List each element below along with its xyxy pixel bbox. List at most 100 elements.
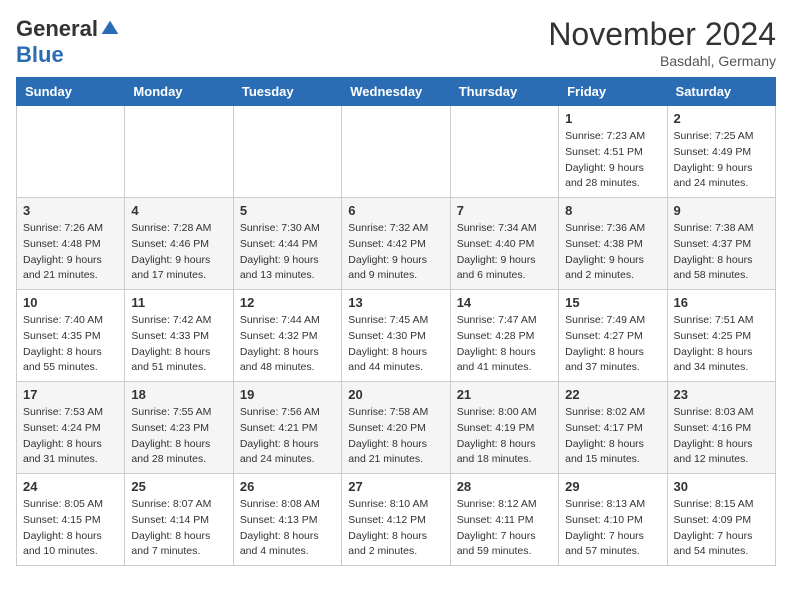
day-number: 5 — [240, 203, 335, 218]
day-info-line: Sunset: 4:20 PM — [348, 421, 443, 437]
day-cell-0-2 — [233, 106, 341, 198]
day-info-line: Sunset: 4:11 PM — [457, 513, 552, 529]
day-info-line: Daylight: 9 hours and 13 minutes. — [240, 253, 335, 285]
day-cell-2-5: 15Sunrise: 7:49 AMSunset: 4:27 PMDayligh… — [559, 290, 667, 382]
day-cell-0-5: 1Sunrise: 7:23 AMSunset: 4:51 PMDaylight… — [559, 106, 667, 198]
day-number: 27 — [348, 479, 443, 494]
day-cell-1-2: 5Sunrise: 7:30 AMSunset: 4:44 PMDaylight… — [233, 198, 341, 290]
day-number: 22 — [565, 387, 660, 402]
day-info-line: Daylight: 9 hours and 9 minutes. — [348, 253, 443, 285]
day-number: 2 — [674, 111, 769, 126]
day-cell-4-2: 26Sunrise: 8:08 AMSunset: 4:13 PMDayligh… — [233, 474, 341, 566]
day-number: 20 — [348, 387, 443, 402]
day-info-line: Sunset: 4:13 PM — [240, 513, 335, 529]
day-info-line: Sunset: 4:28 PM — [457, 329, 552, 345]
day-info-line: Sunset: 4:33 PM — [131, 329, 226, 345]
day-info-line: Sunrise: 8:08 AM — [240, 497, 335, 513]
day-cell-1-0: 3Sunrise: 7:26 AMSunset: 4:48 PMDaylight… — [17, 198, 125, 290]
day-info-line: Sunrise: 8:03 AM — [674, 405, 769, 421]
day-info-line: Sunrise: 7:55 AM — [131, 405, 226, 421]
day-info-line: Daylight: 7 hours and 57 minutes. — [565, 529, 660, 561]
day-info-line: Sunrise: 7:34 AM — [457, 221, 552, 237]
day-number: 26 — [240, 479, 335, 494]
day-info-line: Sunset: 4:24 PM — [23, 421, 118, 437]
logo-icon — [100, 19, 120, 39]
day-info-line: Sunrise: 7:42 AM — [131, 313, 226, 329]
day-cell-1-3: 6Sunrise: 7:32 AMSunset: 4:42 PMDaylight… — [342, 198, 450, 290]
day-info-line: Daylight: 9 hours and 17 minutes. — [131, 253, 226, 285]
day-cell-4-0: 24Sunrise: 8:05 AMSunset: 4:15 PMDayligh… — [17, 474, 125, 566]
day-cell-0-3 — [342, 106, 450, 198]
day-info-line: Daylight: 8 hours and 12 minutes. — [674, 437, 769, 469]
day-info-line: Sunset: 4:30 PM — [348, 329, 443, 345]
day-info-line: Sunrise: 8:12 AM — [457, 497, 552, 513]
day-info-line: Sunrise: 8:00 AM — [457, 405, 552, 421]
day-number: 6 — [348, 203, 443, 218]
day-info-line: Daylight: 8 hours and 28 minutes. — [131, 437, 226, 469]
day-info-line: Daylight: 9 hours and 6 minutes. — [457, 253, 552, 285]
day-cell-2-6: 16Sunrise: 7:51 AMSunset: 4:25 PMDayligh… — [667, 290, 775, 382]
week-row-1: 1Sunrise: 7:23 AMSunset: 4:51 PMDaylight… — [17, 106, 776, 198]
day-info-line: Sunrise: 7:44 AM — [240, 313, 335, 329]
day-cell-3-3: 20Sunrise: 7:58 AMSunset: 4:20 PMDayligh… — [342, 382, 450, 474]
day-info-line: Daylight: 9 hours and 21 minutes. — [23, 253, 118, 285]
day-number: 24 — [23, 479, 118, 494]
day-info-line: Daylight: 8 hours and 55 minutes. — [23, 345, 118, 377]
day-info-line: Sunset: 4:42 PM — [348, 237, 443, 253]
day-info-line: Daylight: 8 hours and 31 minutes. — [23, 437, 118, 469]
day-info-line: Sunset: 4:09 PM — [674, 513, 769, 529]
day-number: 30 — [674, 479, 769, 494]
col-wednesday: Wednesday — [342, 78, 450, 106]
day-cell-3-1: 18 Sunrise: 7:55 AMSunset: 4:23 PMDayligh… — [125, 382, 233, 474]
day-info-line: Sunrise: 8:13 AM — [565, 497, 660, 513]
day-info-line: Daylight: 8 hours and 7 minutes. — [131, 529, 226, 561]
title-section: November 2024 Basdahl, Germany — [548, 16, 776, 69]
day-info-line: Sunset: 4:15 PM — [23, 513, 118, 529]
day-number: 14 — [457, 295, 552, 310]
day-number: 19 — [240, 387, 335, 402]
day-info-line: Sunset: 4:25 PM — [674, 329, 769, 345]
day-info-line: Daylight: 8 hours and 34 minutes. — [674, 345, 769, 377]
day-info-line: Daylight: 9 hours and 24 minutes. — [674, 161, 769, 193]
day-info-line: Sunrise: 8:07 AM — [131, 497, 226, 513]
day-info-line: Sunset: 4:12 PM — [348, 513, 443, 529]
day-info-line: Sunset: 4:40 PM — [457, 237, 552, 253]
day-cell-0-6: 2Sunrise: 7:25 AMSunset: 4:49 PMDaylight… — [667, 106, 775, 198]
day-info-line: Sunrise: 7:53 AM — [23, 405, 118, 421]
day-cell-4-5: 29Sunrise: 8:13 AMSunset: 4:10 PMDayligh… — [559, 474, 667, 566]
day-info-line: Sunset: 4:49 PM — [674, 145, 769, 161]
day-cell-4-6: 30Sunrise: 8:15 AMSunset: 4:09 PMDayligh… — [667, 474, 775, 566]
day-info-line: Daylight: 8 hours and 44 minutes. — [348, 345, 443, 377]
day-info-line: Sunrise: 7:51 AM — [674, 313, 769, 329]
day-info-line: Sunset: 4:23 PM — [131, 421, 226, 437]
col-friday: Friday — [559, 78, 667, 106]
week-row-2: 3Sunrise: 7:26 AMSunset: 4:48 PMDaylight… — [17, 198, 776, 290]
day-number: 18 — [131, 387, 226, 402]
day-number: 12 — [240, 295, 335, 310]
day-cell-3-6: 23Sunrise: 8:03 AMSunset: 4:16 PMDayligh… — [667, 382, 775, 474]
calendar-table: Sunday Monday Tuesday Wednesday Thursday… — [16, 77, 776, 566]
day-cell-0-1 — [125, 106, 233, 198]
day-info-line: Sunrise: 7:26 AM — [23, 221, 118, 237]
day-cell-4-4: 28Sunrise: 8:12 AMSunset: 4:11 PMDayligh… — [450, 474, 558, 566]
month-title: November 2024 — [548, 16, 776, 53]
day-cell-4-1: 25Sunrise: 8:07 AMSunset: 4:14 PMDayligh… — [125, 474, 233, 566]
day-info-line: Daylight: 8 hours and 24 minutes. — [240, 437, 335, 469]
day-info-line: Sunset: 4:35 PM — [23, 329, 118, 345]
day-cell-3-4: 21Sunrise: 8:00 AMSunset: 4:19 PMDayligh… — [450, 382, 558, 474]
day-cell-2-0: 10Sunrise: 7:40 AMSunset: 4:35 PMDayligh… — [17, 290, 125, 382]
day-cell-2-2: 12Sunrise: 7:44 AMSunset: 4:32 PMDayligh… — [233, 290, 341, 382]
day-info-line: Sunrise: 8:02 AM — [565, 405, 660, 421]
day-info-line: Sunrise: 8:10 AM — [348, 497, 443, 513]
day-cell-2-3: 13Sunrise: 7:45 AMSunset: 4:30 PMDayligh… — [342, 290, 450, 382]
day-cell-1-5: 8Sunrise: 7:36 AMSunset: 4:38 PMDaylight… — [559, 198, 667, 290]
day-number: 29 — [565, 479, 660, 494]
col-saturday: Saturday — [667, 78, 775, 106]
location: Basdahl, Germany — [548, 53, 776, 69]
day-info-line: Sunset: 4:14 PM — [131, 513, 226, 529]
day-info-line: Sunrise: 7:56 AM — [240, 405, 335, 421]
day-info-line: Sunrise: 7:40 AM — [23, 313, 118, 329]
day-cell-1-4: 7Sunrise: 7:34 AMSunset: 4:40 PMDaylight… — [450, 198, 558, 290]
day-info-line: Sunset: 4:32 PM — [240, 329, 335, 345]
day-number: 11 — [131, 295, 226, 310]
